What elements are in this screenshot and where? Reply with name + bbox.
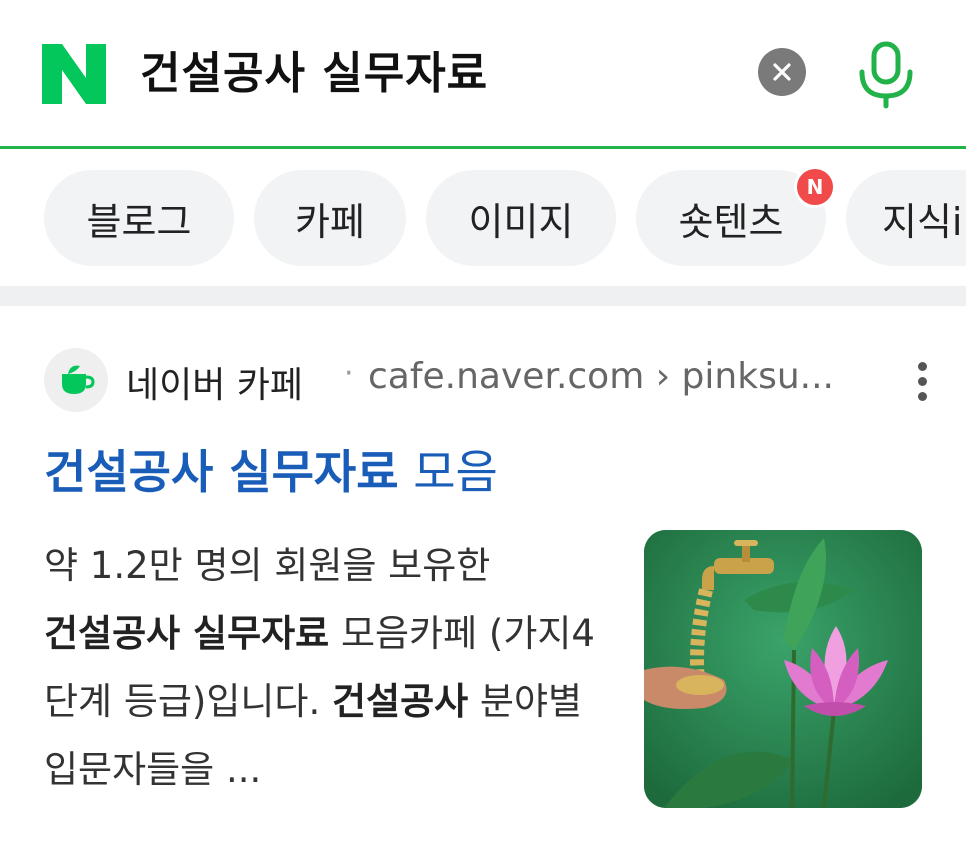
search-bar: 건설공사 실무자료: [0, 0, 966, 149]
tab-cafe[interactable]: 카페: [254, 170, 406, 266]
clear-search-button[interactable]: [758, 48, 806, 96]
more-options-button[interactable]: [902, 356, 942, 408]
result-source[interactable]: 네이버 카페 · cafe.naver.com › pinksu...: [44, 348, 944, 414]
more-vertical-icon: [918, 377, 927, 386]
microphone-icon: [859, 41, 913, 109]
result-snippet[interactable]: 약 1.2만 명의 회원을 보유한 건설공사 실무자료 모음카페 (가지4단계 …: [44, 532, 604, 804]
tab-knowledge[interactable]: 지식iN: [846, 170, 966, 266]
result-title-link[interactable]: 건설공사 실무자료 모음: [44, 440, 498, 504]
tab-blog[interactable]: 블로그: [44, 170, 234, 266]
snippet-text: 약 1.2만 명의 회원을 보유한: [44, 544, 491, 587]
cafe-source-icon: [44, 348, 108, 412]
close-icon: [773, 63, 791, 81]
more-vertical-icon: [918, 362, 927, 371]
naver-logo[interactable]: [42, 44, 106, 104]
source-url: cafe.naver.com › pinksu...: [368, 356, 834, 397]
more-vertical-icon: [918, 392, 927, 401]
voice-search-button[interactable]: [854, 40, 918, 110]
snippet-keyword: 건설공사: [332, 680, 469, 723]
result-thumbnail[interactable]: [644, 530, 922, 808]
section-divider: [0, 286, 966, 306]
result-title-rest: 모음: [398, 445, 498, 499]
new-badge: N: [794, 166, 836, 208]
search-input[interactable]: 건설공사 실무자료: [140, 42, 488, 106]
tab-image[interactable]: 이미지: [426, 170, 616, 266]
search-underline: [0, 146, 966, 149]
source-name: 네이버 카페: [126, 365, 304, 406]
source-separator-dot: ·: [344, 356, 354, 391]
result-title-keyword: 건설공사 실무자료: [44, 445, 399, 499]
snippet-keyword: 건설공사 실무자료: [44, 612, 330, 655]
